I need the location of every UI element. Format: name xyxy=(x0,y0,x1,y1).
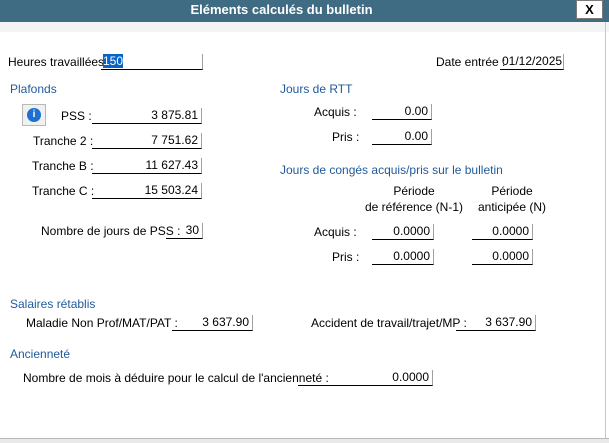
top-separator xyxy=(0,22,609,32)
col-ant-line1: Période xyxy=(491,184,533,198)
conges-pris-label: Pris : xyxy=(332,250,360,264)
conges-acquis-ref-field[interactable]: 0.0000 xyxy=(372,224,434,240)
nb-jours-pss-field[interactable]: 30 xyxy=(166,223,203,239)
right-border xyxy=(605,22,606,443)
pss-field[interactable]: 3 875.81 xyxy=(92,108,202,124)
heures-input[interactable]: 150 xyxy=(101,54,203,70)
heures-label: Heures travaillées : xyxy=(8,55,111,69)
salaires-section-title: Salaires rétablis xyxy=(10,297,96,311)
trancheC-field[interactable]: 15 503.24 xyxy=(92,183,202,199)
accident-label: Accident de travail/trajet/MP : xyxy=(311,316,467,330)
col-ref-line2: de référence (N-1) xyxy=(364,200,464,214)
date-entree-label: Date entrée : xyxy=(436,55,506,69)
maladie-field[interactable]: 3 637.90 xyxy=(172,315,253,331)
tranche2-label: Tranche 2 : xyxy=(33,134,94,148)
bottom-border xyxy=(0,438,609,443)
conges-acquis-label: Acquis : xyxy=(314,225,357,239)
conges-acquis-ant-field[interactable]: 0.0000 xyxy=(472,224,533,240)
trancheC-label: Tranche C : xyxy=(32,184,95,198)
anciennete-section-title: Ancienneté xyxy=(10,347,71,361)
accident-field[interactable]: 3 637.90 xyxy=(456,315,536,331)
conges-pris-ant-field[interactable]: 0.0000 xyxy=(472,249,533,265)
heures-value: 150 xyxy=(103,54,124,68)
maladie-label: Maladie Non Prof/MAT/PAT : xyxy=(26,316,178,330)
rtt-acquis-label: Acquis : xyxy=(314,105,357,119)
mois-anciennete-field[interactable]: 0.0000 xyxy=(298,370,433,386)
conges-section-title: Jours de congés acquis/pris sur le bulle… xyxy=(280,163,503,177)
rtt-section-title: Jours de RTT xyxy=(280,82,353,96)
nb-jours-pss-label: Nombre de jours de PSS : xyxy=(41,224,181,238)
tranche2-field[interactable]: 7 751.62 xyxy=(92,133,202,149)
plafonds-section-title: Plafonds xyxy=(10,82,57,96)
trancheB-field[interactable]: 11 627.43 xyxy=(92,158,202,174)
close-button[interactable]: X xyxy=(576,0,603,19)
col-ref-line1: Période xyxy=(393,184,435,198)
pss-label: PSS : xyxy=(61,109,92,123)
trancheB-label: Tranche B : xyxy=(32,159,94,173)
info-icon: i xyxy=(27,108,41,122)
conges-pris-ref-field[interactable]: 0.0000 xyxy=(372,249,434,265)
col-ant-line2: anticipée (N) xyxy=(477,200,547,214)
rtt-pris-label: Pris : xyxy=(332,130,360,144)
date-entree-input[interactable]: 01/12/2025 xyxy=(500,54,564,70)
rtt-pris-field[interactable]: 0.00 xyxy=(372,129,432,145)
rtt-acquis-field[interactable]: 0.00 xyxy=(372,104,432,120)
mois-anciennete-label: Nombre de mois à déduire pour le calcul … xyxy=(23,371,329,385)
window-title: Eléments calculés du bulletin xyxy=(190,2,373,17)
info-button[interactable]: i xyxy=(22,104,46,126)
